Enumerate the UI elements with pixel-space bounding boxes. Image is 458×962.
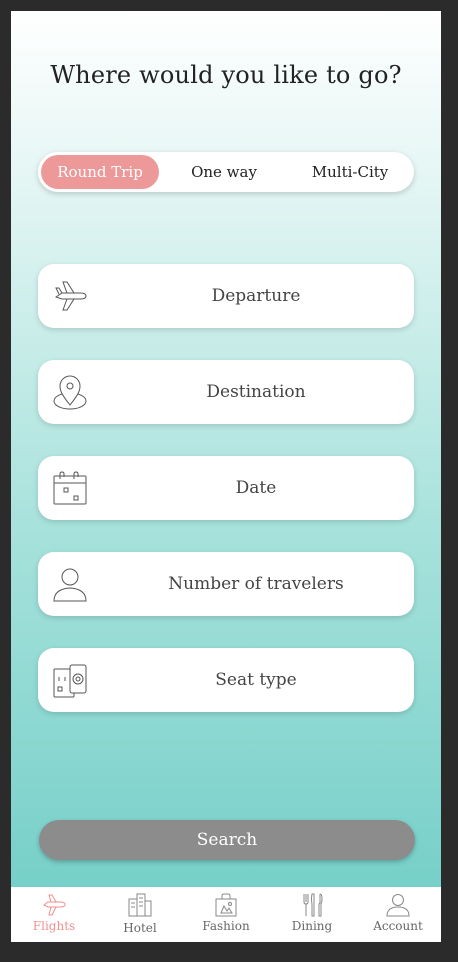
departure-field[interactable]: Departure: [38, 264, 414, 328]
app-screen: Where would you like to go? Round Trip O…: [11, 11, 441, 942]
tab-hotel[interactable]: Hotel: [97, 887, 183, 942]
date-field[interactable]: Date: [38, 456, 414, 520]
tab-account[interactable]: Account: [355, 887, 441, 942]
tab-label: Dining: [291, 919, 333, 933]
tab-label: Account: [373, 919, 423, 933]
field-label: Departure: [211, 286, 301, 306]
field-label: Seat type: [215, 670, 297, 690]
person-icon: [386, 894, 410, 917]
seat-type-field[interactable]: Seat type: [38, 648, 414, 712]
ticket-icon: [53, 664, 87, 698]
tab-dining[interactable]: Dining: [269, 887, 355, 942]
airplane-icon: [54, 281, 87, 311]
building-icon: [128, 893, 152, 917]
fork-knife-icon: [303, 893, 323, 917]
person-icon: [53, 568, 87, 602]
tab-label: Flights: [32, 919, 76, 933]
search-button[interactable]: Search: [39, 820, 415, 860]
field-label: Date: [235, 478, 277, 498]
trip-option-round-trip[interactable]: Round Trip: [41, 155, 159, 189]
airplane-icon: [43, 894, 66, 916]
location-pin-icon: [53, 375, 87, 410]
tab-flights[interactable]: Flights: [11, 887, 97, 942]
trip-option-multi-city[interactable]: Multi-City: [290, 155, 410, 189]
travelers-field[interactable]: Number of travelers: [38, 552, 414, 616]
trip-type-toggle: Round Trip One way Multi-City: [38, 152, 414, 192]
calendar-icon: [53, 471, 87, 505]
shopping-bag-icon: [215, 893, 237, 917]
field-label: Number of travelers: [168, 574, 344, 594]
trip-option-one-way[interactable]: One way: [164, 155, 284, 189]
destination-field[interactable]: Destination: [38, 360, 414, 424]
bottom-tab-bar: Flights Hotel Fashion Dining Account: [11, 887, 441, 942]
tab-label: Fashion: [202, 919, 250, 933]
field-label: Destination: [206, 382, 306, 402]
tab-fashion[interactable]: Fashion: [183, 887, 269, 942]
tab-label: Hotel: [123, 921, 157, 935]
page-title: Where would you like to go?: [50, 61, 402, 89]
